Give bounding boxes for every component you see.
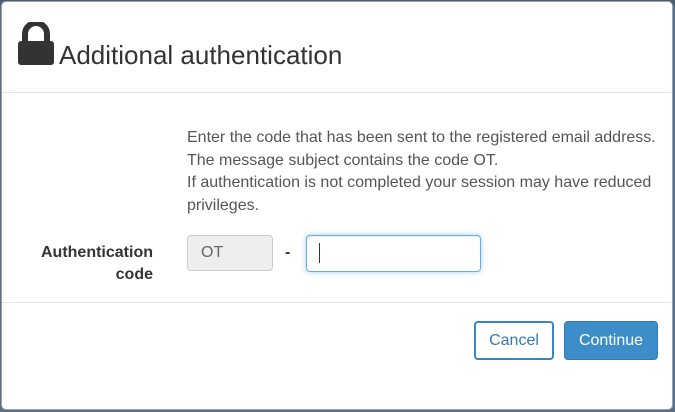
dialog-header: Additional authentication	[2, 2, 672, 93]
dialog-body: Enter the code that has been sent to the…	[2, 93, 672, 303]
cancel-button[interactable]: Cancel	[474, 321, 554, 360]
auth-code-label: Authentication code	[41, 244, 153, 283]
auth-dialog: Additional authentication Enter the code…	[1, 1, 673, 410]
continue-button[interactable]: Continue	[564, 321, 658, 360]
code-separator: -	[285, 244, 291, 261]
dialog-footer: Cancel Continue	[2, 302, 672, 409]
info-line: If authentication is not completed your …	[187, 174, 652, 214]
text-caret	[319, 243, 320, 263]
auth-code-input[interactable]	[306, 235, 481, 272]
info-line: The message subject contains the code OT…	[187, 151, 499, 169]
dialog-title: Additional authentication	[59, 40, 343, 70]
lock-icon	[18, 22, 54, 65]
info-text: Enter the code that has been sent to the…	[187, 127, 662, 217]
info-line: Enter the code that has been sent to the…	[187, 129, 656, 146]
code-prefix-field: OT	[187, 235, 273, 271]
